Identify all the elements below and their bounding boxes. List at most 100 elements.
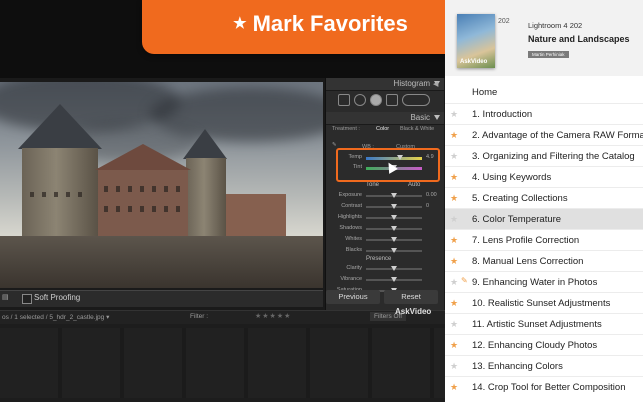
toc-item-label: 13. Enhancing Colors [472, 361, 563, 372]
favorite-star-icon[interactable]: ★ [450, 382, 458, 392]
slider-track[interactable] [366, 237, 422, 242]
rating-filter-stars[interactable]: ★★★★★ [255, 312, 291, 320]
toc-item[interactable]: ★ 11. Artistic Sunset Adjustments [445, 313, 643, 335]
slider-knob-icon[interactable] [391, 248, 397, 253]
banner-label: Mark Favorites [252, 11, 408, 36]
star-icon: ★ [233, 15, 247, 32]
toc-item[interactable]: ★ 2. Advantage of the Camera RAW Format [445, 124, 643, 146]
develop-panel: Histogram Basic Treatment : Color Black … [325, 78, 444, 310]
favorite-star-icon[interactable]: ★ [450, 193, 458, 203]
slider-track[interactable] [366, 277, 422, 282]
toc-item[interactable]: ★ 10. Realistic Sunset Adjustments [445, 292, 643, 314]
soft-proofing-checkbox[interactable] [22, 294, 32, 304]
slider-label: Vibrance [340, 276, 362, 282]
slider-knob-icon[interactable] [391, 193, 397, 198]
slider-track[interactable] [366, 204, 422, 209]
wb-eyedropper-icon[interactable]: ✎ [332, 142, 337, 148]
toc-item[interactable]: ★ 6. Color Temperature [445, 208, 643, 230]
toc-item-label: 9. Enhancing Water in Photos [472, 277, 598, 288]
slider-value: 0.00 [426, 192, 437, 198]
toc-item[interactable]: ★ 4. Using Keywords [445, 166, 643, 188]
slider-label: Exposure [338, 192, 362, 198]
slider-track[interactable] [366, 248, 422, 253]
toc-item[interactable]: ★ 5. Creating Collections [445, 187, 643, 209]
favorite-star-icon[interactable]: ★ [450, 277, 458, 287]
favorite-star-icon[interactable]: ★ [450, 214, 458, 224]
slider-label: Highlights [337, 214, 362, 220]
toc-item[interactable]: ★ 14. Crop Tool for Better Composition [445, 376, 643, 398]
favorite-star-icon[interactable]: ★ [450, 130, 458, 140]
view-toggle-icon[interactable]: ▤ [2, 293, 9, 301]
slider-vibrance[interactable]: Vibrance [330, 276, 440, 284]
favorite-star-icon[interactable]: ★ [450, 319, 458, 329]
favorite-star-icon[interactable]: ★ [450, 361, 458, 371]
favorite-star-icon[interactable]: ★ [450, 298, 458, 308]
slider-shadows[interactable]: Shadows [330, 225, 440, 233]
toc-item[interactable]: ★ 12. Enhancing Cloudy Photos [445, 334, 643, 356]
treatment-bw-option[interactable]: Black & White [400, 126, 434, 132]
slider-contrast[interactable]: Contrast 0 [330, 203, 440, 211]
toc-item-label: 2. Advantage of the Camera RAW Format [472, 130, 643, 141]
slider-track[interactable] [366, 215, 422, 220]
auto-tone-button[interactable]: Auto [408, 182, 420, 188]
slider-knob-icon[interactable] [391, 237, 397, 242]
course-thumb-brand: AskVideo [460, 59, 488, 65]
slider-track[interactable] [366, 266, 422, 271]
slider-whites[interactable]: Whites [330, 236, 440, 244]
chapter-list: Home ★ 1. Introduction ★ 2. Advantage of th… [445, 80, 643, 402]
right-panel-toggle-icon[interactable]: ◀ [433, 80, 438, 88]
slider-knob-icon[interactable] [391, 215, 397, 220]
edit-note-icon[interactable]: ✎ [461, 276, 468, 285]
window-row [104, 206, 184, 212]
slider-knob-icon[interactable] [391, 266, 397, 271]
toc-item-label: 8. Manual Lens Correction [472, 256, 584, 267]
histogram-header[interactable]: Histogram [326, 78, 444, 91]
slider-knob-icon[interactable] [391, 226, 397, 231]
slider-label: Whites [345, 236, 362, 242]
course-number: 202 [498, 18, 510, 25]
favorite-star-icon[interactable]: ★ [450, 340, 458, 350]
histogram-label: Histogram [393, 79, 430, 88]
adjustment-brush-icon[interactable] [402, 94, 430, 106]
toc-item[interactable]: ★ 1. Introduction [445, 103, 643, 125]
toc-item-label: 11. Artistic Sunset Adjustments [472, 319, 602, 330]
tower-roof [18, 104, 102, 149]
toc-item[interactable]: ★ 3. Organizing and Filtering the Catalog [445, 145, 643, 167]
toc-item-label: 6. Color Temperature [472, 214, 562, 225]
askvideo-watermark: AskVideo [395, 307, 432, 316]
slider-blacks[interactable]: Blacks [330, 247, 440, 255]
treatment-color-option[interactable]: Color [376, 126, 389, 132]
slider-label: Shadows [339, 225, 362, 231]
favorite-star-icon[interactable]: ★ [450, 109, 458, 119]
toc-item[interactable]: ★ 13. Enhancing Colors [445, 355, 643, 377]
toc-item-label: 12. Enhancing Cloudy Photos [472, 340, 598, 351]
filmstrip-status-bar: os / 1 selected / 5_hdr_2_castle.jpg ▾ F… [0, 310, 445, 325]
toc-item[interactable]: ★ 8. Manual Lens Correction [445, 250, 643, 272]
toc-home-link[interactable]: Home [472, 87, 497, 98]
slider-knob-icon[interactable] [391, 277, 397, 282]
slider-track[interactable] [366, 226, 422, 231]
graduated-filter-icon[interactable] [386, 94, 398, 106]
reset-button[interactable]: Reset [384, 290, 438, 304]
favorite-star-icon[interactable]: ★ [450, 235, 458, 245]
spot-removal-icon[interactable] [354, 94, 366, 106]
course-title: Nature and Landscapes [528, 34, 630, 44]
slider-knob-icon[interactable] [391, 204, 397, 209]
slider-track[interactable] [366, 193, 422, 198]
red-eye-icon[interactable] [370, 94, 382, 106]
basic-header[interactable]: Basic [326, 112, 444, 125]
toc-item[interactable]: ★ ✎ 9. Enhancing Water in Photos [445, 271, 643, 293]
favorite-star-icon[interactable]: ★ [450, 256, 458, 266]
favorite-star-icon[interactable]: ★ [450, 151, 458, 161]
favorite-star-icon[interactable]: ★ [450, 172, 458, 182]
tone-label: Tone [366, 182, 380, 188]
crop-tool-icon[interactable] [338, 94, 350, 106]
presence-label: Presence [366, 256, 392, 262]
lightroom-screenshot: ▤ Soft Proofing Histogram Basic Treatmen… [0, 0, 445, 402]
slider-clarity[interactable]: Clarity [330, 265, 440, 273]
toc-item[interactable]: ★ 7. Lens Profile Correction [445, 229, 643, 251]
slider-exposure[interactable]: Exposure 0.00 [330, 192, 440, 200]
slider-highlights[interactable]: Highlights [330, 214, 440, 222]
filmstrip [0, 324, 445, 402]
previous-button[interactable]: Previous [326, 290, 380, 304]
